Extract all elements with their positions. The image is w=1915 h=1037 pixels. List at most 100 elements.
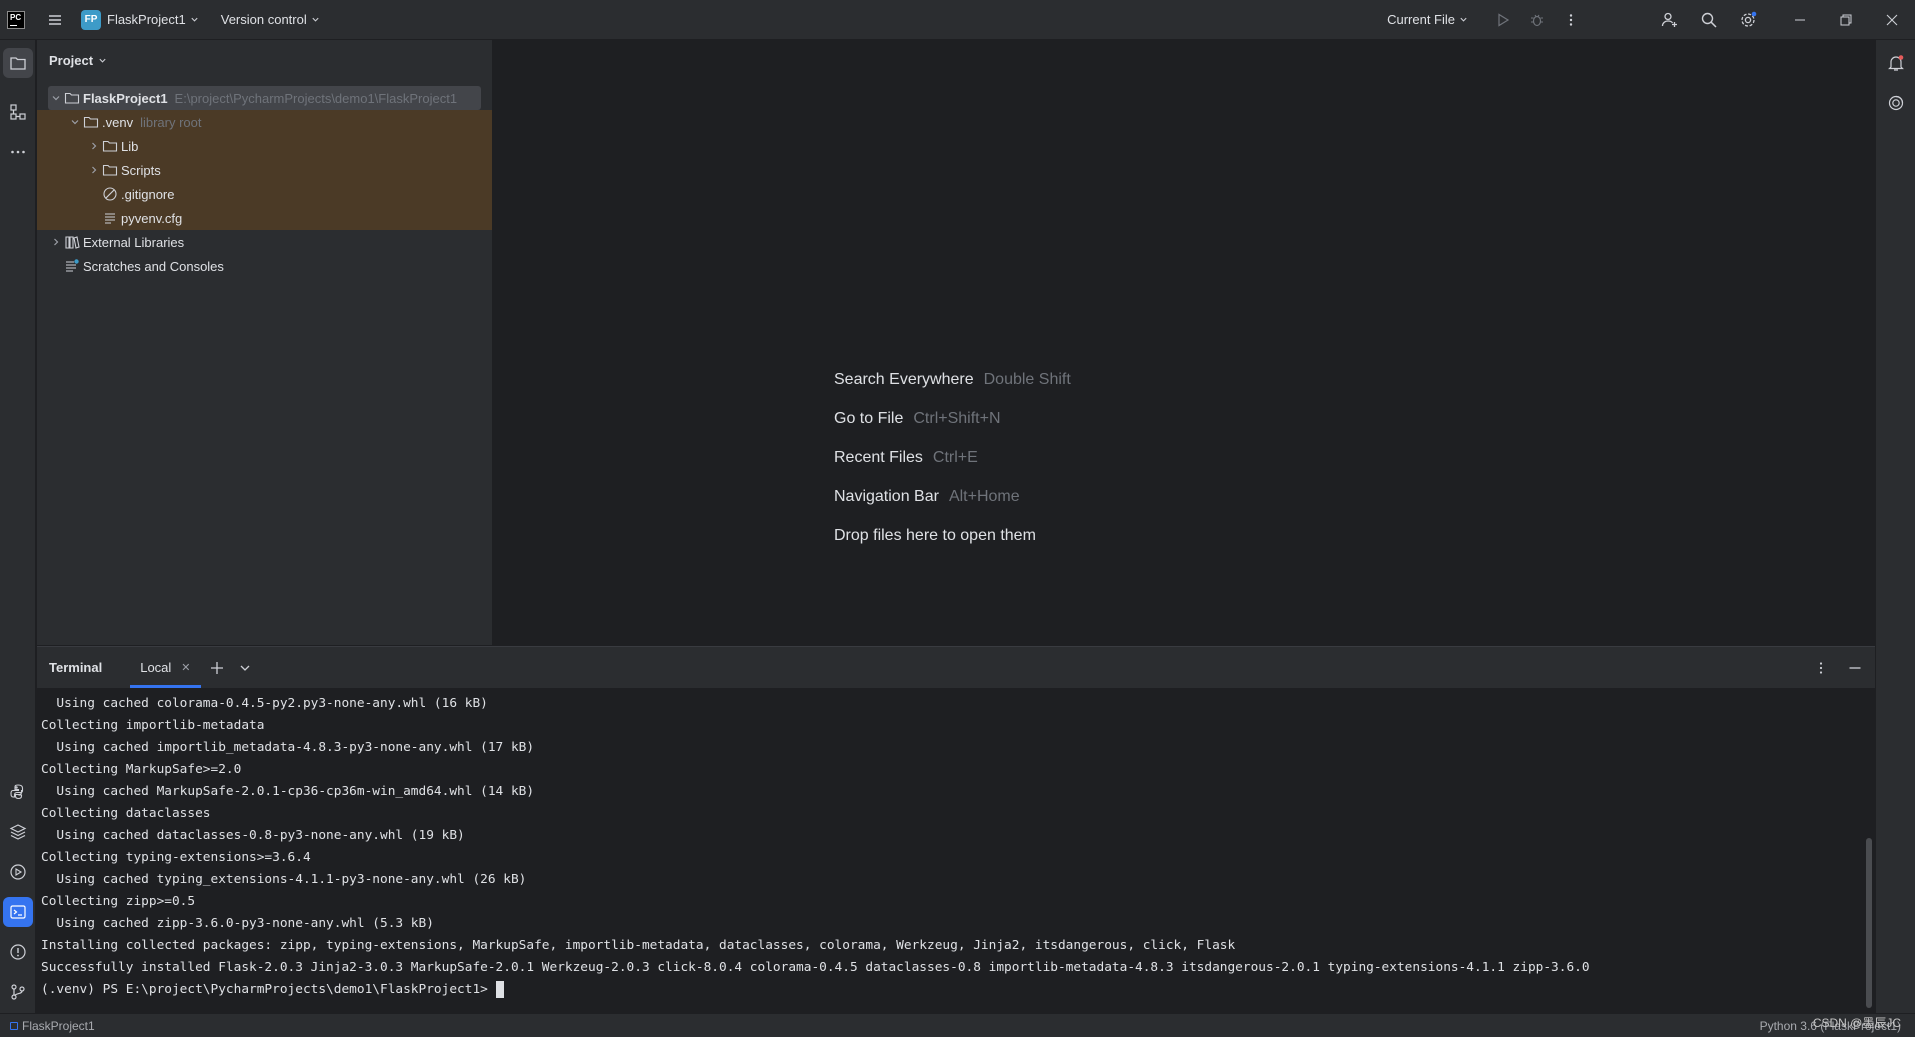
restore-window-icon[interactable] bbox=[1823, 0, 1869, 40]
terminal-line: Using cached zipp-3.6.0-py3-none-any.whl… bbox=[41, 916, 434, 931]
settings-gear-icon[interactable] bbox=[1736, 8, 1760, 32]
hint-shortcut: Double Shift bbox=[983, 371, 1071, 388]
project-tool-window: Project FlaskProject1 E:\project\Pycharm… bbox=[37, 40, 493, 645]
watermark: CSDN @墨辰JC bbox=[1812, 1016, 1901, 1030]
folder-icon bbox=[64, 90, 80, 106]
terminal-tool-icon[interactable] bbox=[3, 897, 33, 927]
ignored-file-icon bbox=[102, 186, 118, 202]
python-packages-icon[interactable] bbox=[3, 817, 33, 847]
chevron-down-icon[interactable] bbox=[48, 90, 64, 106]
services-icon[interactable] bbox=[3, 857, 33, 887]
tree-node-scratches[interactable]: Scratches and Consoles bbox=[37, 254, 492, 278]
tree-label: Scripts bbox=[121, 162, 161, 178]
version-control-icon[interactable] bbox=[3, 977, 33, 1007]
hide-panel-icon[interactable] bbox=[1843, 656, 1867, 680]
project-panel-header[interactable]: Project bbox=[37, 40, 492, 80]
close-window-icon[interactable] bbox=[1869, 0, 1915, 40]
pycharm-logo-icon[interactable]: PC bbox=[7, 10, 25, 29]
tree-node-scripts[interactable]: Scripts bbox=[37, 158, 492, 182]
project-panel-title: Project bbox=[49, 52, 94, 68]
more-tools-icon[interactable] bbox=[3, 137, 33, 167]
tree-node-venv[interactable]: .venv library root bbox=[37, 110, 492, 134]
run-config-selector[interactable]: Current File bbox=[1387, 12, 1468, 27]
hint-action[interactable]: Recent Files bbox=[834, 449, 923, 488]
folder-icon bbox=[102, 138, 118, 154]
terminal-output[interactable]: Using cached colorama-0.4.5-py2.py3-none… bbox=[37, 688, 1875, 1014]
scratches-icon bbox=[64, 258, 80, 274]
vcs-menu[interactable]: Version control bbox=[221, 12, 320, 27]
terminal-tab-label: Local bbox=[140, 660, 172, 675]
terminal-title: Terminal bbox=[49, 660, 103, 675]
library-icon bbox=[64, 234, 80, 250]
hint-action[interactable]: Go to File bbox=[834, 410, 903, 449]
terminal-scrollbar[interactable] bbox=[1866, 838, 1872, 1008]
add-user-icon[interactable] bbox=[1658, 8, 1682, 32]
tree-node-external-libraries[interactable]: External Libraries bbox=[37, 230, 492, 254]
chevron-down-icon[interactable] bbox=[67, 114, 83, 130]
text-file-icon bbox=[102, 210, 118, 226]
python-console-icon[interactable] bbox=[3, 777, 33, 807]
terminal-header: Terminal Local ✕ bbox=[37, 647, 1875, 688]
chevron-right-icon[interactable] bbox=[48, 234, 64, 250]
chevron-down-icon bbox=[1460, 17, 1467, 22]
chevron-right-icon[interactable] bbox=[86, 138, 102, 154]
terminal-line: Installing collected packages: zipp, typ… bbox=[41, 938, 1236, 953]
project-name: FlaskProject1 bbox=[107, 12, 186, 27]
status-bar: FlaskProject1 Python 3.6 (FlaskProject1)… bbox=[0, 1013, 1915, 1037]
tree-node-pyvenv-cfg[interactable]: pyvenv.cfg bbox=[37, 206, 492, 230]
hint-shortcut: Ctrl+Shift+N bbox=[913, 410, 1001, 427]
terminal-line: Collecting zipp>=0.5 bbox=[41, 894, 196, 909]
tree-label: FlaskProject1 bbox=[83, 90, 168, 106]
terminal-tab-local[interactable]: Local ✕ bbox=[130, 647, 201, 688]
run-icon[interactable] bbox=[1491, 8, 1515, 32]
terminal-options-icon[interactable] bbox=[1809, 656, 1833, 680]
tree-node-lib[interactable]: Lib bbox=[37, 134, 492, 158]
terminal-line: Using cached dataclasses-0.8-py3-none-an… bbox=[41, 828, 465, 843]
hint-action[interactable]: Navigation Bar bbox=[834, 488, 939, 527]
notifications-bell-icon[interactable] bbox=[1881, 48, 1911, 78]
tree-node-gitignore[interactable]: .gitignore bbox=[37, 182, 492, 206]
tree-label: .gitignore bbox=[121, 186, 175, 202]
folder-icon bbox=[102, 162, 118, 178]
project-badge[interactable]: FP bbox=[81, 9, 101, 30]
project-switcher[interactable]: FlaskProject1 bbox=[107, 12, 199, 27]
close-tab-icon[interactable]: ✕ bbox=[181, 661, 190, 674]
project-tool-icon[interactable] bbox=[3, 48, 33, 78]
vcs-label: Version control bbox=[220, 12, 307, 27]
folder-icon bbox=[83, 114, 99, 130]
module-icon bbox=[10, 1021, 18, 1030]
title-bar: PC FP FlaskProject1 Version control Curr… bbox=[0, 0, 1915, 40]
minimize-window-icon[interactable] bbox=[1777, 0, 1823, 40]
status-project-breadcrumb[interactable]: FlaskProject1 bbox=[10, 1019, 95, 1033]
debug-icon[interactable] bbox=[1525, 8, 1549, 32]
chevron-right-icon[interactable] bbox=[86, 162, 102, 178]
hint-recent-files: Recent Files Ctrl+E bbox=[834, 449, 1071, 488]
hint-go-to-file: Go to File Ctrl+Shift+N bbox=[834, 410, 1071, 449]
tree-node-project-root[interactable]: FlaskProject1 E:\project\PycharmProjects… bbox=[37, 86, 492, 110]
structure-tool-icon[interactable] bbox=[3, 97, 33, 127]
right-tool-stripe bbox=[1875, 40, 1915, 1013]
terminal-line: Collecting MarkupSafe>=2.0 bbox=[41, 762, 242, 777]
editor-empty-state: Search Everywhere Double Shift Go to Fil… bbox=[494, 40, 1875, 645]
hint-shortcut: Alt+Home bbox=[948, 488, 1020, 505]
tree-label: Scratches and Consoles bbox=[83, 258, 224, 274]
more-actions-icon[interactable] bbox=[1559, 8, 1583, 32]
terminal-line: Using cached colorama-0.4.5-py2.py3-none… bbox=[41, 696, 488, 711]
main-menu-icon[interactable] bbox=[43, 8, 67, 32]
tree-hint: library root bbox=[140, 114, 202, 130]
chevron-down-icon bbox=[191, 17, 198, 22]
terminal-dropdown-icon[interactable] bbox=[233, 656, 257, 680]
terminal-prompt-line[interactable]: (.venv) PS E:\project\PycharmProjects\de… bbox=[41, 979, 1875, 1001]
terminal-line: Collecting typing-extensions>=3.6.4 bbox=[41, 850, 311, 865]
hint-search-everywhere: Search Everywhere Double Shift bbox=[834, 371, 1071, 410]
chevron-down-icon bbox=[99, 58, 106, 63]
ai-assistant-icon[interactable] bbox=[1881, 88, 1911, 118]
editor-hints: Search Everywhere Double Shift Go to Fil… bbox=[834, 371, 1071, 566]
hint-drop-files: Drop files here to open them bbox=[834, 527, 1071, 566]
hint-action[interactable]: Search Everywhere bbox=[834, 371, 974, 410]
tree-path-hint: E:\project\PycharmProjects\demo1\FlaskPr… bbox=[174, 90, 458, 106]
tree-label: External Libraries bbox=[83, 234, 185, 250]
search-icon[interactable] bbox=[1697, 8, 1721, 32]
problems-icon[interactable] bbox=[3, 937, 33, 967]
new-terminal-tab-icon[interactable] bbox=[205, 656, 229, 680]
